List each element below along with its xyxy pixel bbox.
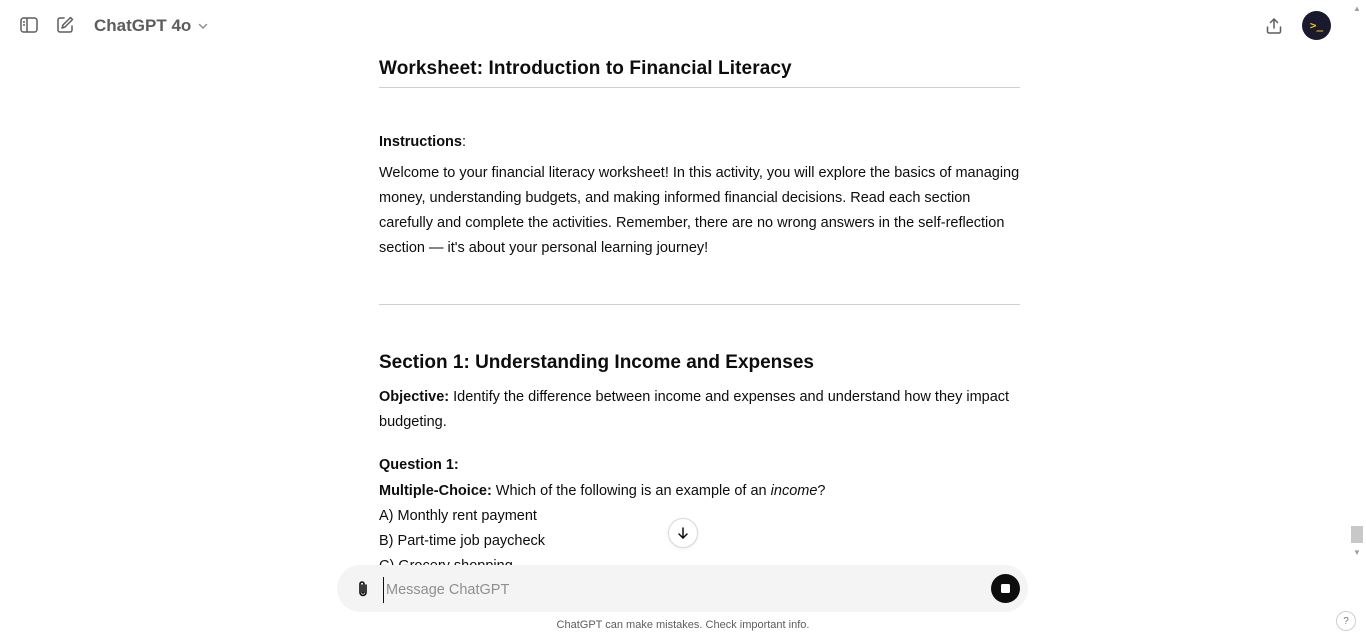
mc-label: Multiple-Choice: xyxy=(379,483,492,499)
attach-button[interactable] xyxy=(351,577,375,601)
question-1-label: Question 1: xyxy=(379,457,459,473)
divider xyxy=(379,87,1020,88)
scroll-to-bottom-button[interactable] xyxy=(668,518,698,548)
message-input[interactable] xyxy=(383,577,978,603)
sidebar-toggle-icon xyxy=(20,17,38,33)
instructions-text: Welcome to your financial literacy works… xyxy=(379,165,1020,256)
option-b: B) Part-time job paycheck xyxy=(379,533,546,549)
message-composer xyxy=(337,565,1028,612)
help-button[interactable]: ? xyxy=(1336,611,1356,631)
model-switcher[interactable]: ChatGPT 4o xyxy=(86,10,217,42)
worksheet-title: Worksheet: Introduction to Financial Lit… xyxy=(379,58,792,79)
objective-paragraph: Objective: Identify the difference betwe… xyxy=(379,385,1020,435)
stop-icon xyxy=(1001,584,1010,593)
mc-text-italic: income xyxy=(770,483,818,499)
sidebar-toggle-button[interactable] xyxy=(14,10,44,40)
instructions-heading: Instructions: xyxy=(379,130,1020,155)
new-chat-button[interactable] xyxy=(50,10,80,40)
question-1-prompt: Multiple-Choice: Which of the following … xyxy=(379,479,1020,504)
stop-generating-button[interactable] xyxy=(991,574,1020,603)
share-icon xyxy=(1266,18,1282,34)
top-bar: ChatGPT 4o >_ xyxy=(0,0,1366,52)
section-1-title: Section 1: Understanding Income and Expe… xyxy=(379,352,814,373)
divider xyxy=(379,304,1020,305)
option-a: A) Monthly rent payment xyxy=(379,508,537,524)
model-name: ChatGPT 4o xyxy=(94,16,192,35)
objective-label: Objective: xyxy=(379,389,450,405)
mc-text-end: ? xyxy=(817,483,826,499)
mc-text: Which of the following is an example of … xyxy=(491,483,771,499)
share-button[interactable] xyxy=(1259,11,1289,41)
avatar[interactable]: >_ xyxy=(1302,11,1331,40)
scrollbar-thumb[interactable] xyxy=(1351,526,1363,543)
objective-text: Identify the difference between income a… xyxy=(379,389,1010,430)
chevron-down-icon xyxy=(199,23,208,30)
chat-scroll-area: Worksheet: Introduction to Financial Lit… xyxy=(379,52,1020,565)
new-chat-icon xyxy=(57,16,74,33)
option-c: C) Grocery shopping xyxy=(379,554,1020,565)
scrollbar-up-arrow[interactable]: ▲ xyxy=(1352,4,1362,14)
scrollbar-down-arrow[interactable]: ▼ xyxy=(1352,548,1362,558)
disclaimer: ChatGPT can make mistakes. Check importa… xyxy=(556,619,810,631)
paperclip-icon xyxy=(359,581,367,597)
instructions-colon: : xyxy=(461,134,467,150)
arrow-down-icon xyxy=(678,527,688,539)
instructions-label: Instructions xyxy=(379,134,462,150)
